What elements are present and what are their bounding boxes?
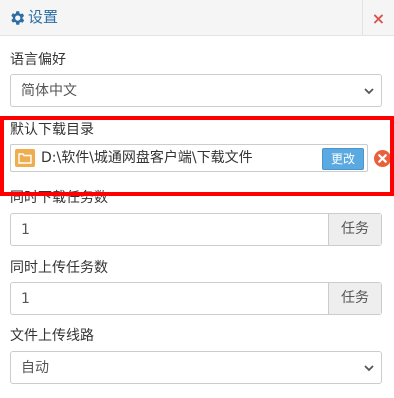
upload-line-select-value: 自动 bbox=[21, 360, 49, 376]
upload-line-select[interactable]: 自动 bbox=[10, 351, 382, 384]
download-tasks-addon: 任务 bbox=[328, 214, 381, 245]
chevron-down-icon bbox=[364, 365, 374, 372]
download-tasks-value: 1 bbox=[21, 222, 30, 238]
language-label: 语言偏好 bbox=[10, 52, 66, 68]
highlight-box bbox=[0, 116, 394, 196]
chevron-down-icon bbox=[364, 88, 374, 95]
upload-tasks-input[interactable]: 1 任务 bbox=[10, 282, 382, 315]
upload-tasks-value: 1 bbox=[21, 291, 30, 307]
language-select-value: 简体中文 bbox=[21, 83, 77, 99]
close-button[interactable]: × bbox=[363, 0, 394, 36]
page-title: 设置 bbox=[28, 8, 59, 26]
gear-icon bbox=[11, 11, 25, 25]
panel-header: 设置 × bbox=[0, 0, 394, 36]
settings-panel: 设置 × 语言偏好 简体中文 默认下载目录 D:\软件\城通网盘客户端\下载文件… bbox=[0, 0, 394, 398]
upload-tasks-label: 同时上传任务数 bbox=[10, 260, 108, 276]
download-tasks-input[interactable]: 1 任务 bbox=[10, 213, 382, 246]
language-select[interactable]: 简体中文 bbox=[10, 74, 382, 107]
upload-tasks-addon: 任务 bbox=[328, 283, 381, 314]
upload-line-label: 文件上传线路 bbox=[10, 328, 94, 344]
